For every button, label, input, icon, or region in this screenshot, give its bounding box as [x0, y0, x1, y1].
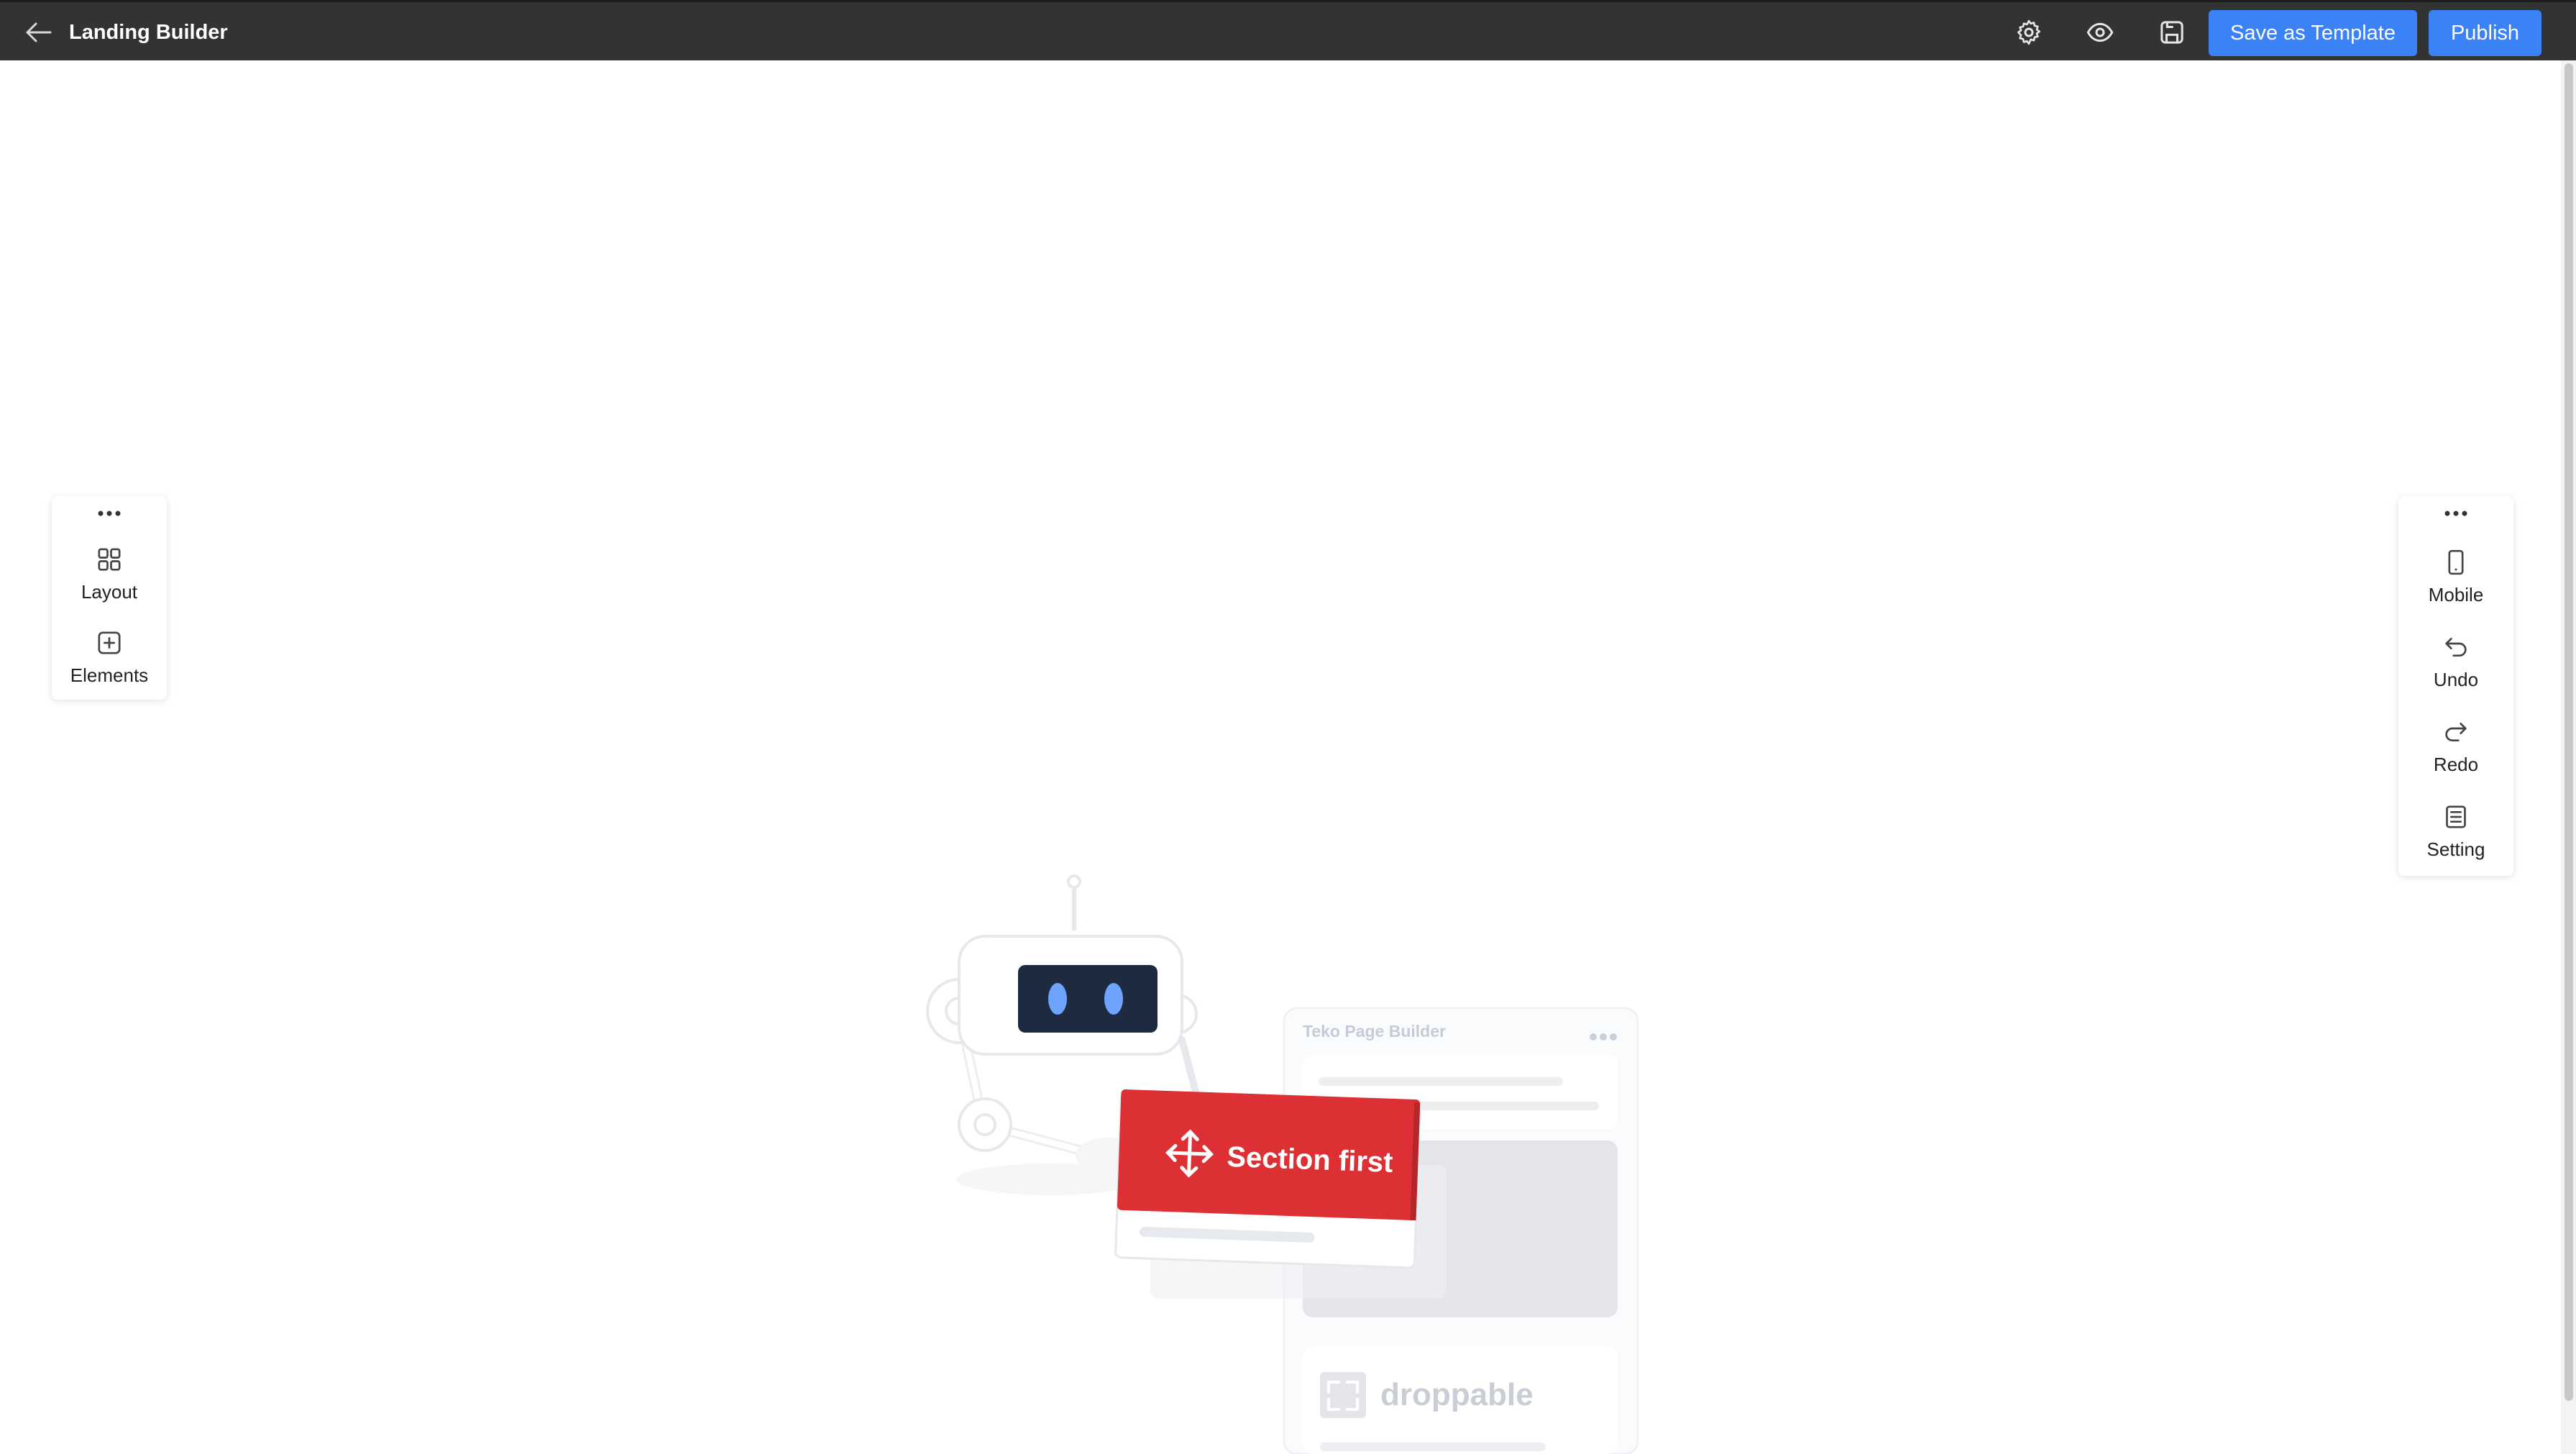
arrow-left-icon: [26, 22, 52, 42]
builder-brand-text: Teko Page Builder: [1303, 1022, 1446, 1041]
toolbar-item-label: Layout: [81, 581, 138, 603]
list-icon: [2446, 805, 2466, 828]
save-icon: [2160, 21, 2183, 44]
app-title: Landing Builder: [69, 21, 228, 44]
undo-icon: [2445, 638, 2467, 657]
scrollbar-thumb[interactable]: [2564, 63, 2573, 1401]
section-card-label: Section first: [1227, 1141, 1394, 1179]
toolbar-item-elements[interactable]: Elements: [52, 628, 167, 687]
left-toolbar: Layout Elements: [52, 496, 167, 700]
toolbar-item-label: Setting: [2426, 838, 2485, 860]
toolbar-item-mobile[interactable]: Mobile: [2398, 548, 2513, 606]
droppable-label: droppable: [1380, 1377, 1534, 1412]
toolbar-item-label: Redo: [2433, 754, 2479, 775]
settings-button[interactable]: [2014, 18, 2043, 47]
toolbar-item-label: Elements: [70, 664, 149, 686]
more-horizontal-icon[interactable]: [2442, 509, 2470, 518]
toolbar-item-label: Mobile: [2428, 584, 2484, 605]
save-as-template-button[interactable]: Save as Template: [2209, 10, 2417, 56]
toolbar-item-label: Undo: [2433, 669, 2479, 690]
empty-state-illustration: Teko Page Builder droppable Section firs…: [913, 870, 1646, 1454]
save-button[interactable]: [2158, 18, 2186, 47]
redo-icon: [2445, 723, 2467, 741]
right-toolbar: Mobile Undo Redo Setting: [2398, 496, 2513, 876]
grid-icon: [98, 548, 121, 571]
publish-button[interactable]: Publish: [2429, 10, 2541, 56]
more-horizontal-icon[interactable]: [95, 509, 124, 518]
toolbar-item-setting[interactable]: Setting: [2398, 803, 2513, 861]
toolbar-item-layout[interactable]: Layout: [52, 545, 167, 603]
gear-icon: [2017, 19, 2040, 45]
plus-square-icon: [98, 631, 121, 654]
back-button[interactable]: [22, 19, 53, 45]
toolbar-item-redo[interactable]: Redo: [2398, 718, 2513, 776]
mobile-icon: [2448, 549, 2464, 575]
eye-icon: [2086, 22, 2114, 42]
preview-button[interactable]: [2086, 18, 2114, 47]
toolbar-item-undo[interactable]: Undo: [2398, 633, 2513, 691]
top-bar: Landing Builder Save as Template Publish: [0, 0, 2576, 60]
